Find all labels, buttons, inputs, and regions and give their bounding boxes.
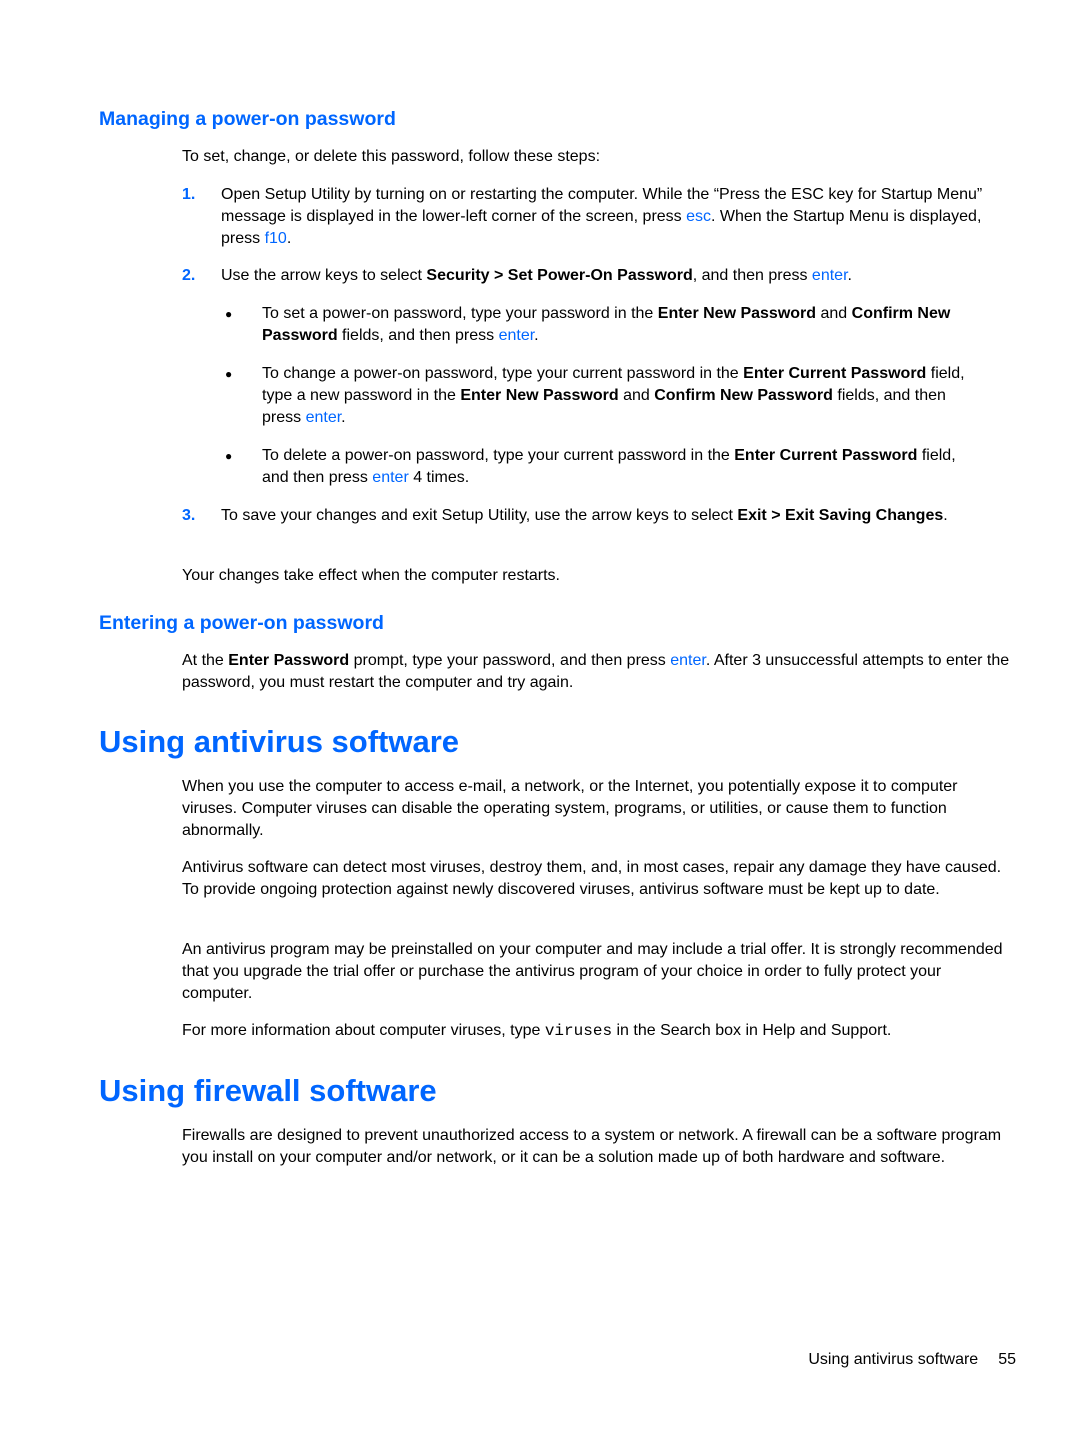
bold-term: Security > Set Power-On Password: [426, 267, 693, 284]
bullet-text: To delete a power-on password, type your…: [262, 447, 956, 486]
bold-term: Exit > Exit Saving Changes: [737, 507, 944, 524]
managing-outro: Your changes take effect when the comput…: [182, 567, 560, 584]
bold-term: Enter New Password: [657, 305, 817, 322]
typed-text: viruses: [544, 1022, 613, 1040]
entering-paragraph: At the Enter Password prompt, type your …: [182, 652, 1010, 691]
bullet-icon: ●: [225, 449, 233, 463]
key-name: esc: [686, 208, 712, 225]
bold-term: Enter Current Password: [743, 365, 927, 382]
step-3: 3. To save your changes and exit Setup U…: [182, 505, 1012, 527]
managing-intro: To set, change, or delete this password,…: [182, 148, 601, 165]
antivirus-paragraph-1: When you use the computer to access e-ma…: [182, 778, 958, 839]
heading-using-antivirus-software: Using antivirus software: [99, 724, 460, 759]
bullet-change-password: ● To change a power-on password, type yo…: [221, 363, 981, 429]
bullet-text: To set a power-on password, type your pa…: [262, 305, 951, 344]
antivirus-paragraph-3: An antivirus program may be preinstalled…: [182, 941, 1003, 1002]
manual-page: Managing a power-on password To set, cha…: [0, 0, 1080, 1437]
heading-managing-power-on-password: Managing a power-on password: [99, 108, 396, 130]
antivirus-paragraph-4: For more information about computer viru…: [182, 1022, 892, 1040]
bullet-icon: ●: [225, 307, 233, 321]
step-number: 3.: [182, 507, 196, 524]
key-name: enter: [305, 409, 342, 426]
bullet-text: To change a power-on password, type your…: [262, 365, 965, 426]
key-name: enter: [811, 267, 848, 284]
key-name: enter: [498, 327, 535, 344]
bold-term: Enter Current Password: [734, 447, 918, 464]
bullet-icon: ●: [225, 367, 233, 381]
step-1: 1. Open Setup Utility by turning on or r…: [182, 184, 1012, 250]
bold-term: Confirm New Password: [654, 387, 833, 404]
key-name: f10: [264, 230, 287, 247]
key-name: enter: [372, 469, 409, 486]
key-name: enter: [670, 652, 706, 669]
footer-section-title: Using antivirus software: [808, 1351, 979, 1368]
step-text: Use the arrow keys to select Security > …: [221, 267, 852, 284]
bullet-delete-password: ● To delete a power-on password, type yo…: [221, 445, 981, 489]
bold-term: Enter Password: [228, 652, 350, 669]
step-2: 2. Use the arrow keys to select Security…: [182, 265, 1012, 287]
firewall-paragraph-1: Firewalls are designed to prevent unauth…: [182, 1127, 1002, 1166]
page-footer: Using antivirus software 55: [808, 1350, 1016, 1370]
step-number: 2.: [182, 267, 196, 284]
heading-using-firewall-software: Using firewall software: [99, 1073, 437, 1108]
step-text: Open Setup Utility by turning on or rest…: [221, 186, 983, 247]
page-number: 55: [998, 1351, 1016, 1368]
antivirus-paragraph-2: Antivirus software can detect most virus…: [182, 859, 1002, 898]
step-number: 1.: [182, 186, 196, 203]
bullet-set-password: ● To set a power-on password, type your …: [221, 303, 981, 347]
bold-term: Enter New Password: [460, 387, 619, 404]
heading-entering-power-on-password: Entering a power-on password: [99, 612, 384, 634]
step-text: To save your changes and exit Setup Util…: [221, 507, 948, 524]
bold-term: Confirm New Password: [262, 305, 951, 344]
